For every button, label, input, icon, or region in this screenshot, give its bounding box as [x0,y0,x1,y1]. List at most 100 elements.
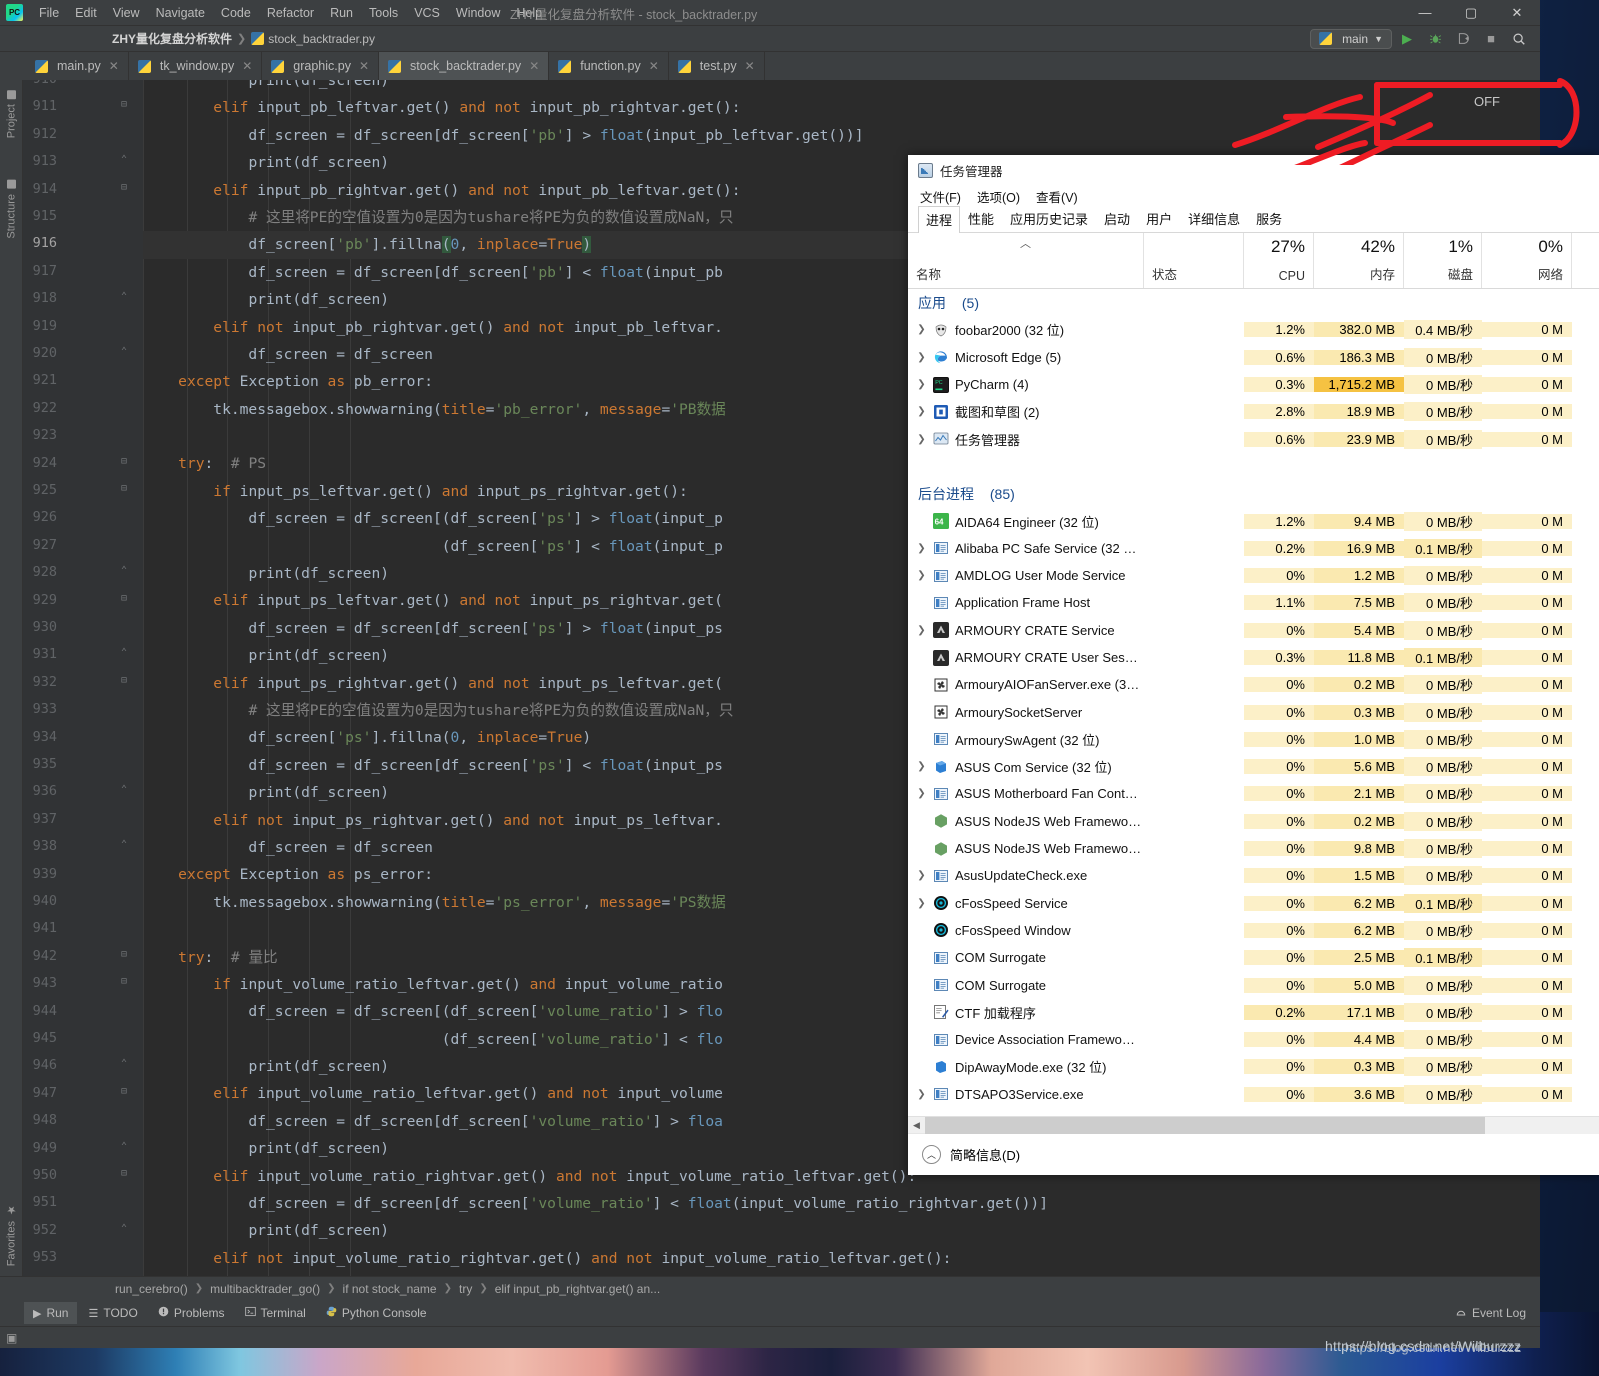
line-number-942[interactable]: 942 [23,948,57,964]
line-number-924[interactable]: 924 [23,455,57,471]
line-number-914[interactable]: 914 [23,181,57,197]
expand-chevron-icon[interactable]: ❯ [916,625,927,636]
process-name-cell[interactable]: ❯ ASUS Motherboard Fan Cont… [908,786,1144,802]
process-name-cell[interactable]: ❯ 截图和草图 (2) [908,402,1144,421]
line-number-927[interactable]: 927 [23,537,57,553]
menu-tools[interactable]: Tools [361,3,406,23]
process-name-cell[interactable]: ❯Application Frame Host [908,595,1144,611]
process-row[interactable]: ❯CTF 加载程序 0.2%17.1 MB0 MB/秒0 M [908,999,1599,1026]
line-number-922[interactable]: 922 [23,400,57,416]
close-tab-icon[interactable]: ✕ [242,59,252,73]
line-number-938[interactable]: 938 [23,838,57,854]
breadcrumb-item[interactable]: run_cerebro() [115,1282,188,1296]
close-tab-icon[interactable]: ✕ [649,59,659,73]
line-number-916[interactable]: 916 [23,235,57,251]
fold-marker-925[interactable]: ⊟ [121,483,127,494]
process-row[interactable]: ❯ AsusUpdateCheck.exe 0% 1.5 MB 0 MB/秒 0 M [908,862,1599,889]
breadcrumb-item[interactable]: try [459,1282,472,1296]
process-name-cell[interactable]: ❯ AMDLOG User Mode Service [908,568,1144,584]
tm-menu-选项O[interactable]: 选项(O) [977,187,1020,206]
search-icon[interactable] [1506,28,1532,50]
process-row[interactable]: ❯ArmourySocketServer 0%0.3 MB0 MB/秒0 M [908,698,1599,725]
process-name-cell[interactable]: ❯COM Surrogate [908,977,1144,993]
fold-marker-950[interactable]: ⊟ [121,1168,127,1179]
menu-vcs[interactable]: VCS [406,3,448,23]
run-with-coverage-icon[interactable] [1450,28,1476,50]
tool-button-structure[interactable]: Structure [0,176,23,243]
line-number-948[interactable]: 948 [23,1112,57,1128]
fewer-details-label[interactable]: 简略信息(D) [950,1145,1020,1164]
collapse-icon[interactable]: ︿ [922,1145,941,1164]
menu-navigate[interactable]: Navigate [148,3,213,23]
fold-marker-952[interactable]: ⌃ [121,1223,127,1234]
tm-tab-性能[interactable]: 性能 [960,205,1002,232]
fold-marker-911[interactable]: ⊟ [121,99,127,110]
tm-tab-用户[interactable]: 用户 [1138,205,1180,232]
minimize-button[interactable]: — [1402,0,1448,26]
event-log-button[interactable]: Event Log [1455,1306,1540,1321]
breadcrumb-item[interactable]: if not stock_name [343,1282,437,1296]
column-header-cpu[interactable]: 27% CPU [1244,233,1314,288]
line-number-934[interactable]: 934 [23,729,57,745]
line-number-925[interactable]: 925 [23,482,57,498]
process-row[interactable]: ❯Device Association Framewo… 0%4.4 MB0 MB… [908,1026,1599,1053]
process-name-cell[interactable]: ❯ cFosSpeed Service [908,895,1144,911]
line-number-949[interactable]: 949 [23,1140,57,1156]
fold-marker-936[interactable]: ⌃ [121,784,127,795]
line-number-939[interactable]: 939 [23,866,57,882]
menu-edit[interactable]: Edit [67,3,105,23]
run-icon[interactable]: ▶ [1394,28,1420,50]
process-name-cell[interactable]: ❯cFosSpeed Window [908,922,1144,938]
line-number-946[interactable]: 946 [23,1057,57,1073]
line-number-937[interactable]: 937 [23,811,57,827]
process-row[interactable]: ❯ PC PyCharm (4) 0.3% 1,715.2 MB 0 MB/秒 0 M [908,371,1599,398]
process-name-cell[interactable]: ❯ARMOURY CRATE User Sessi… [908,649,1144,666]
line-number-931[interactable]: 931 [23,646,57,662]
line-number-933[interactable]: 933 [23,701,57,717]
editor-tab-function-py[interactable]: function.py ✕ [549,52,669,80]
expand-chevron-icon[interactable]: ❯ [916,788,927,799]
line-number-911[interactable]: 911 [23,98,57,114]
tool-button-favorites[interactable]: Favorites ★ [0,1199,23,1270]
process-name-cell[interactable]: ❯ASUS NodeJS Web Framewo… [908,813,1144,829]
process-row[interactable]: ❯Application Frame Host 1.1%7.5 MB0 MB/秒0… [908,589,1599,616]
fold-marker-947[interactable]: ⊟ [121,1086,127,1097]
process-row[interactable]: ❯ ASUS Motherboard Fan Cont… 0% 2.1 MB 0 MB/… [908,780,1599,807]
process-name-cell[interactable]: ❯ AsusUpdateCheck.exe [908,868,1144,884]
expand-chevron-icon[interactable]: ❯ [916,761,927,772]
process-name-cell[interactable]: ❯ArmouryAIOFanServer.exe (3… [908,677,1144,693]
process-row[interactable]: ❯COM Surrogate 0%5.0 MB0 MB/秒0 M [908,971,1599,998]
editor-tab-tk_window-py[interactable]: tk_window.py ✕ [129,52,263,80]
line-number-936[interactable]: 936 [23,783,57,799]
column-header-memory[interactable]: 42% 内存 [1314,233,1404,288]
process-row[interactable]: ❯ Alibaba PC Safe Service (32 … 0.2% 16.9 M… [908,535,1599,562]
fold-marker-910[interactable]: ⊟ [121,80,127,83]
expand-chevron-icon[interactable]: ❯ [916,1089,927,1100]
nav-file[interactable]: stock_backtrader.py [251,32,375,46]
line-number-950[interactable]: 950 [23,1167,57,1183]
fold-marker-928[interactable]: ⌃ [121,565,127,576]
fold-marker-924[interactable]: ⊟ [121,456,127,467]
process-name-cell[interactable]: ❯64AIDA64 Engineer (32 位) [908,512,1144,531]
menu-code[interactable]: Code [213,3,259,23]
fold-marker-913[interactable]: ⌃ [121,154,127,165]
line-number-952[interactable]: 952 [23,1222,57,1238]
expand-chevron-icon[interactable]: ❯ [916,324,927,335]
layout-icon[interactable]: ▣ [6,1331,17,1345]
close-tab-icon[interactable]: ✕ [745,59,755,73]
process-row[interactable]: ❯DipAwayMode.exe (32 位) 0%0.3 MB0 MB/秒0 M [908,1053,1599,1080]
process-row[interactable]: ❯ ASUS Com Service (32 位) 0% 5.6 MB 0 MB/秒 0 … [908,753,1599,780]
breadcrumb-item[interactable]: multibacktrader_go() [210,1282,320,1296]
close-tab-icon[interactable]: ✕ [109,59,119,73]
process-name-cell[interactable]: ❯ Microsoft Edge (5) [908,349,1144,365]
process-name-cell[interactable]: ❯COM Surrogate [908,950,1144,966]
process-name-cell[interactable]: ❯ 任务管理器 [908,430,1144,449]
process-row[interactable]: ❯ cFosSpeed Service 0% 6.2 MB 0.1 MB/秒 0 M [908,890,1599,917]
tm-tab-启动[interactable]: 启动 [1096,205,1138,232]
process-row[interactable]: ❯ 任务管理器 0.6% 23.9 MB 0 MB/秒 0 M [908,425,1599,452]
close-tab-icon[interactable]: ✕ [529,59,539,73]
fold-marker-932[interactable]: ⊟ [121,675,127,686]
process-row[interactable]: ❯ Microsoft Edge (5) 0.6% 186.3 MB 0 MB/秒 0 M [908,344,1599,371]
tm-menu-查看V[interactable]: 查看(V) [1036,187,1078,206]
process-name-cell[interactable]: ❯DipAwayMode.exe (32 位) [908,1057,1144,1076]
